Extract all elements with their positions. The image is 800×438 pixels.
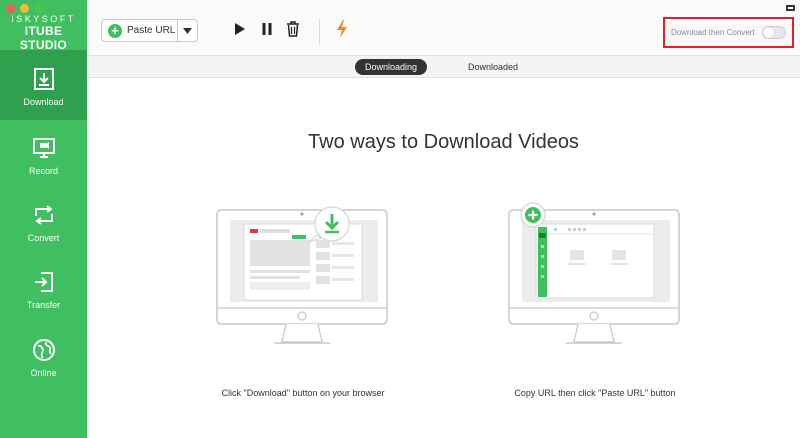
sidebar-item-download[interactable]: Download bbox=[0, 50, 87, 120]
sidebar-item-label: Convert bbox=[27, 233, 60, 243]
sidebar: ISKYSOFT ITUBE STUDIO Download Record Co… bbox=[0, 0, 87, 438]
download-then-convert-label: Download then Convert bbox=[671, 28, 755, 37]
tab-downloading[interactable]: Downloading bbox=[355, 59, 428, 75]
toolbar: + Paste URL Download then Convert bbox=[87, 0, 800, 56]
sidebar-item-convert[interactable]: Convert bbox=[0, 188, 87, 258]
paste-url-button[interactable]: + Paste URL bbox=[101, 19, 198, 42]
transfer-icon bbox=[34, 272, 53, 292]
sidebar-item-label: Record bbox=[28, 166, 58, 176]
tab-bar: Downloading Downloaded bbox=[87, 56, 800, 78]
toggle-switch[interactable] bbox=[761, 26, 786, 39]
play-icon[interactable] bbox=[234, 22, 246, 36]
window-controls bbox=[6, 4, 43, 13]
toolbar-divider bbox=[319, 18, 320, 44]
sidebar-item-record[interactable]: Record bbox=[0, 120, 87, 190]
minimize-window-button[interactable] bbox=[20, 4, 29, 13]
plus-icon: + bbox=[108, 23, 122, 38]
download-icon bbox=[33, 68, 54, 90]
brand-bottom-text: ITUBE STUDIO bbox=[19, 24, 68, 52]
online-icon bbox=[32, 339, 55, 361]
system-tray-icon[interactable] bbox=[786, 4, 795, 12]
tab-downloaded[interactable]: Downloaded bbox=[458, 59, 528, 75]
pause-icon[interactable] bbox=[261, 22, 273, 36]
convert-icon bbox=[34, 205, 53, 225]
close-window-button[interactable] bbox=[6, 4, 15, 13]
paste-url-main[interactable]: + Paste URL bbox=[102, 20, 178, 41]
caption-paste-url: Copy URL then click "Paste URL" button bbox=[514, 388, 676, 398]
page-title: Two ways to Download Videos bbox=[308, 131, 579, 153]
sidebar-item-label: Download bbox=[23, 97, 64, 107]
lightning-icon[interactable] bbox=[336, 20, 348, 38]
browser-download-illustration bbox=[216, 206, 388, 344]
caption-browser-download: Click "Download" button on your browser bbox=[221, 388, 385, 398]
toggle-knob bbox=[762, 27, 774, 38]
download-then-convert-toggle[interactable]: Download then Convert bbox=[663, 17, 794, 48]
sidebar-item-label: Online bbox=[30, 368, 57, 378]
brand-top-text: ISKYSOFT bbox=[11, 14, 76, 24]
trash-icon[interactable] bbox=[286, 21, 300, 37]
sidebar-item-online[interactable]: Online bbox=[0, 324, 87, 394]
sidebar-item-label: Transfer bbox=[26, 300, 61, 310]
record-icon bbox=[32, 138, 55, 158]
sidebar-item-transfer[interactable]: Transfer bbox=[0, 256, 87, 326]
chevron-down-icon bbox=[183, 27, 192, 34]
maximize-window-button[interactable] bbox=[34, 4, 43, 13]
paste-url-label: Paste URL bbox=[127, 25, 176, 36]
app-logo: ISKYSOFT ITUBE STUDIO bbox=[0, 14, 87, 52]
paste-url-illustration bbox=[508, 202, 680, 344]
paste-url-dropdown[interactable] bbox=[178, 27, 197, 34]
